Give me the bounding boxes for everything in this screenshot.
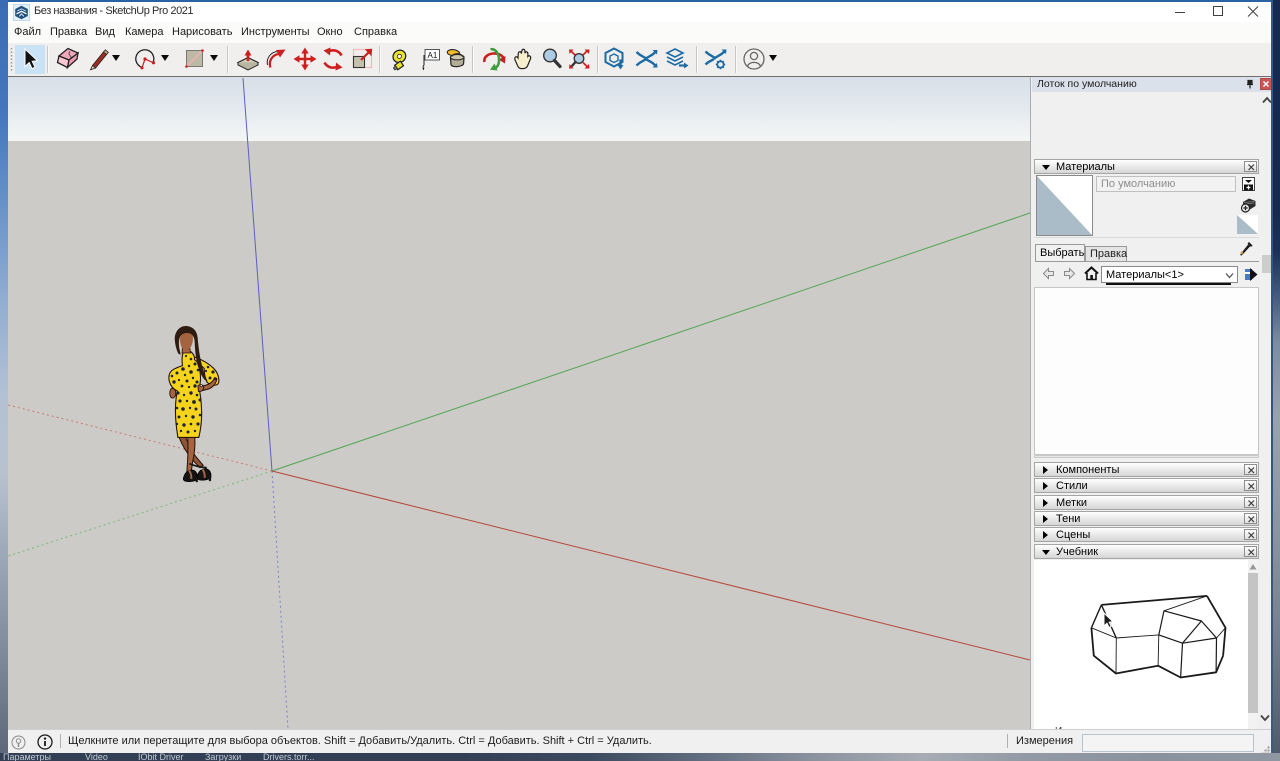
svg-text:A1: A1 [428,51,438,60]
